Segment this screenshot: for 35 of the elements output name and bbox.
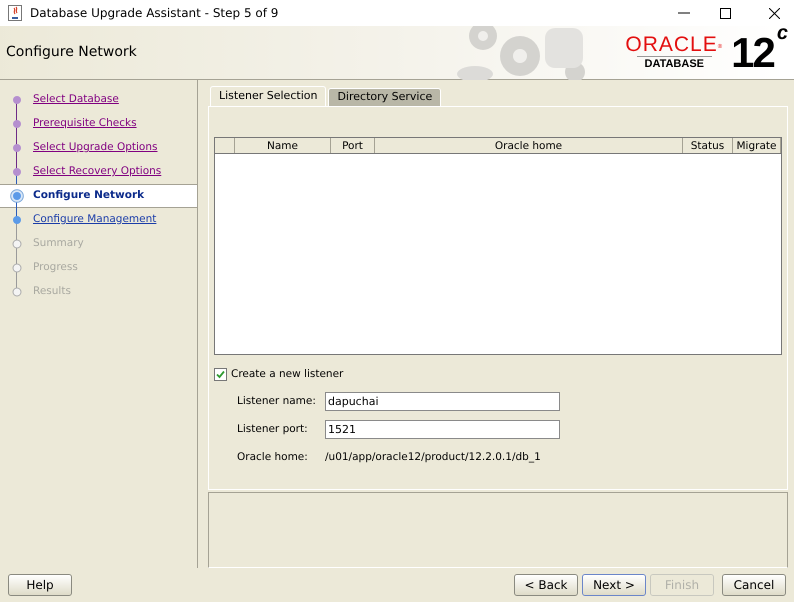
product-text: DATABASE (636, 56, 712, 71)
input-field[interactable]: 1521 (325, 420, 560, 440)
page-heading: Configure Network (6, 43, 137, 62)
check-icon (216, 370, 225, 380)
column-header[interactable]: Oracle home (375, 138, 683, 153)
wizard-button[interactable]: Next > (582, 574, 646, 596)
column-header[interactable]: Name (235, 138, 331, 153)
field-label: Listener name: (237, 394, 317, 409)
field-label: Oracle home: (237, 450, 309, 465)
wizard-button[interactable]: < Back (514, 574, 578, 596)
field-value: /u01/app/oracle12/product/12.2.0.1/db_1 (325, 450, 541, 465)
help-button[interactable]: Help (8, 574, 72, 596)
field-label: Listener port: (237, 422, 309, 437)
tab[interactable]: Directory Service (328, 88, 442, 106)
brand-text: ORACLE$^{®}$ (625, 34, 724, 56)
step-label: Progress (33, 260, 78, 276)
column-header[interactable]: Migrate (733, 138, 781, 153)
checkbox[interactable] (214, 368, 227, 382)
tab[interactable]: Listener Selection (210, 86, 326, 106)
java-cup-icon (8, 5, 22, 21)
checkbox-label[interactable]: Create a new listener (231, 367, 344, 383)
step-label: Summary (33, 236, 84, 252)
close-icon[interactable] (769, 8, 780, 18)
step-link[interactable]: Select Recovery Options (33, 164, 162, 180)
step-label: Results (33, 284, 71, 300)
input-field[interactable]: dapuchai (325, 392, 560, 412)
window-title: Database Upgrade Assistant - Step 5 of 9 (30, 5, 278, 22)
column-header[interactable]: Status (683, 138, 733, 153)
column-header[interactable]: Port (331, 138, 375, 153)
step-link[interactable]: Configure Management (33, 212, 156, 228)
wizard-button[interactable]: Cancel (722, 574, 786, 596)
step-link[interactable]: Prerequisite Checks (33, 116, 137, 132)
maximize-icon[interactable] (720, 8, 731, 18)
step-link[interactable]: Select Database (33, 92, 119, 108)
step-link[interactable]: Select Upgrade Options (33, 140, 158, 156)
